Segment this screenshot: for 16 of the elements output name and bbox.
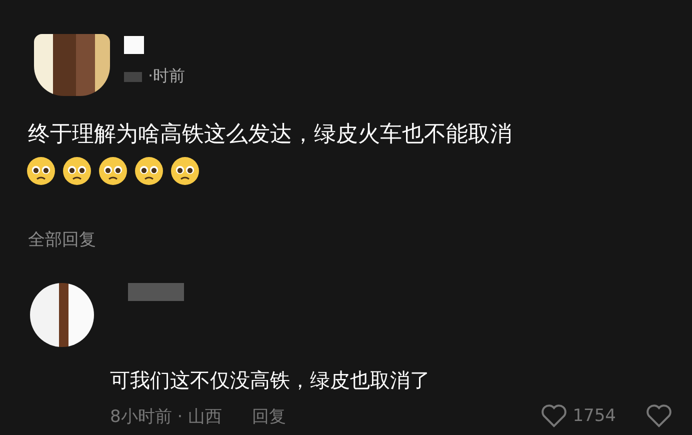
pleading-emoji-icon xyxy=(134,156,164,186)
post-time: ·时前 xyxy=(148,66,186,87)
pleading-emoji-icon xyxy=(98,156,128,186)
pleading-emoji-icon xyxy=(26,156,56,186)
reply-time: 8小时前 · 山西 xyxy=(110,406,222,428)
heart-icon[interactable] xyxy=(540,404,567,428)
like-count: 1754 xyxy=(572,406,616,426)
heart-icon[interactable] xyxy=(646,404,672,428)
pleading-emoji-icon xyxy=(62,156,92,186)
pixelated-name xyxy=(124,36,144,54)
replies-header: 全部回复 xyxy=(28,229,97,251)
post-text: 终于理解为啥高铁这么发达，绿皮火车也不能取消 xyxy=(28,121,513,149)
reply-link[interactable]: 回复 xyxy=(252,404,286,428)
pixelated-name xyxy=(128,283,184,301)
reply-text: 可我们这不仅没高铁，绿皮也取消了 xyxy=(110,367,431,394)
pleading-emoji-icon xyxy=(170,156,200,186)
